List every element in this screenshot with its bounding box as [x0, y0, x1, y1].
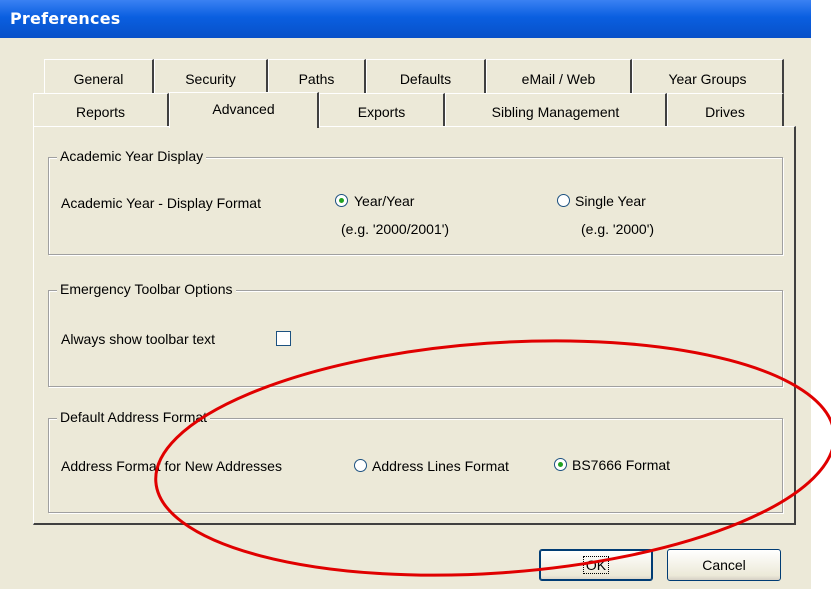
- tab-security[interactable]: Security: [154, 59, 268, 93]
- tab-general[interactable]: General: [44, 59, 154, 93]
- tab-paths[interactable]: Paths: [268, 59, 366, 93]
- tab-advanced[interactable]: Advanced: [169, 92, 319, 128]
- preferences-dialog: Preferences General Security Paths Defau…: [0, 0, 811, 589]
- radio-address-lines-label[interactable]: Address Lines Format: [372, 458, 509, 474]
- address-format-label: Address Format for New Addresses: [61, 458, 282, 474]
- radio-single-year-label[interactable]: Single Year: [575, 193, 646, 209]
- window-title: Preferences: [10, 9, 121, 28]
- radio-address-lines[interactable]: [354, 459, 367, 472]
- ok-button-label: OK: [582, 556, 610, 574]
- emergency-toolbar-legend: Emergency Toolbar Options: [57, 281, 236, 297]
- emergency-toolbar-group: Emergency Toolbar Options Always show to…: [48, 281, 783, 387]
- academic-year-legend: Academic Year Display: [57, 148, 207, 164]
- radio-bs7666-label[interactable]: BS7666 Format: [572, 457, 670, 473]
- title-bar[interactable]: Preferences: [0, 0, 811, 38]
- toolbar-text-label: Always show toolbar text: [61, 331, 216, 347]
- academic-year-format-label: Academic Year - Display Format: [61, 195, 261, 211]
- cancel-button[interactable]: Cancel: [667, 549, 781, 581]
- tab-year-groups[interactable]: Year Groups: [632, 59, 784, 93]
- ok-button[interactable]: OK: [539, 549, 653, 581]
- year-year-example: (e.g. '2000/2001'): [341, 221, 450, 237]
- tab-reports[interactable]: Reports: [33, 93, 169, 127]
- single-year-example: (e.g. '2000'): [581, 221, 655, 237]
- radio-year-year[interactable]: [335, 194, 348, 207]
- radio-bs7666[interactable]: [554, 458, 567, 471]
- tab-email-web[interactable]: eMail / Web: [486, 59, 632, 93]
- tab-drives[interactable]: Drives: [667, 93, 784, 127]
- advanced-tab-panel: Academic Year Display Academic Year - Di…: [33, 126, 796, 525]
- radio-single-year[interactable]: [557, 194, 570, 207]
- academic-year-group: Academic Year Display Academic Year - Di…: [48, 148, 783, 255]
- toolbar-text-checkbox[interactable]: [276, 331, 291, 346]
- tab-sibling-management[interactable]: Sibling Management: [445, 93, 667, 127]
- radio-year-year-label[interactable]: Year/Year: [354, 193, 414, 209]
- address-format-group: Default Address Format Address Format fo…: [48, 409, 783, 513]
- address-format-legend: Default Address Format: [57, 409, 211, 425]
- tab-defaults[interactable]: Defaults: [366, 59, 486, 93]
- tab-exports[interactable]: Exports: [319, 93, 445, 127]
